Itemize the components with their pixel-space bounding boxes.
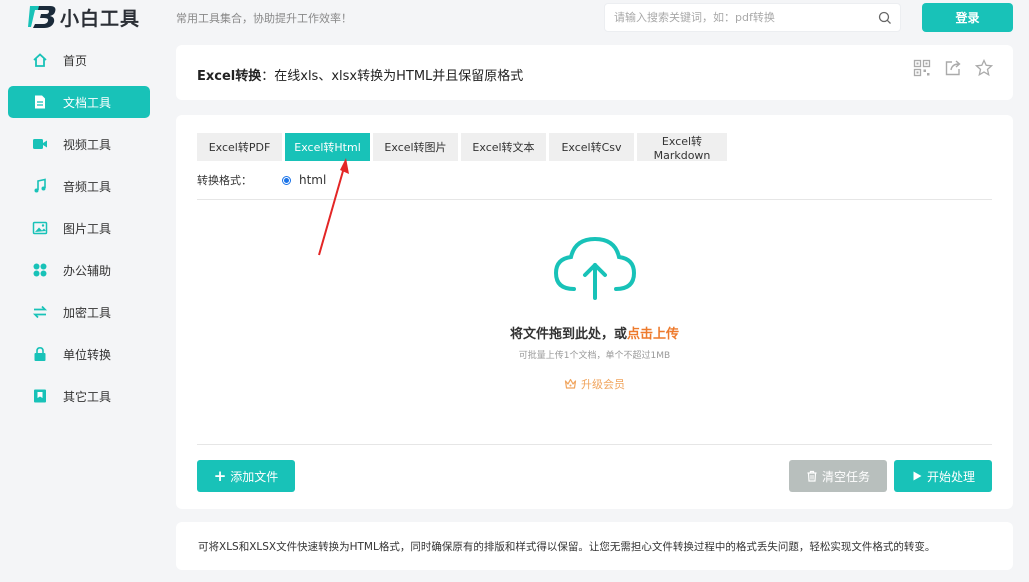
sidebar: 首页 文档工具 视频工具 音频工具 图片工具 办公辅助 加密工具 单位转换 其它… [8,44,150,422]
trash-icon [806,470,818,482]
video-icon [32,136,48,152]
format-label: 转换格式： [197,174,252,187]
format-row: 转换格式： html [197,172,326,188]
logo[interactable]: 小白工具 [28,3,140,31]
upload-hint: 可批量上传1个文档，单个不超过1MB [518,351,671,361]
tab-excel-to-pdf[interactable]: Excel转PDF [197,133,282,161]
clear-tasks-label: 清空任务 [821,469,870,484]
start-process-label: 开始处理 [926,469,975,484]
page-title-strong: Excel转换 [197,69,262,84]
description-card: 可将XLS和XLSX文件快速转换为HTML格式，同时确保原有的排版和样式得以保留… [176,522,1013,570]
page-title-rest: ：在线xls、xlsx转换为HTML并且保留原格式 [261,69,524,84]
music-icon [32,178,48,194]
sidebar-item-unit[interactable]: 单位转换 [8,338,150,370]
grid-icon [32,262,48,278]
sidebar-item-label: 视频工具 [63,137,112,152]
sidebar-item-image[interactable]: 图片工具 [8,212,150,244]
sidebar-item-label: 文档工具 [63,95,112,110]
drop-zone-text[interactable]: 将文件拖到此处，或点击上传 [176,323,1013,342]
sidebar-item-label: 首页 [63,53,88,68]
clear-tasks-button[interactable]: 清空任务 [789,460,887,492]
star-icon[interactable] [975,59,993,77]
sidebar-item-label: 图片工具 [63,221,112,236]
sidebar-item-label: 办公辅助 [63,263,112,278]
document-icon [32,94,48,110]
add-file-button[interactable]: + 添加文件 [197,460,295,492]
brand-name: 小白工具 [60,7,141,30]
cloud-upload-icon[interactable] [552,235,638,301]
click-upload-link[interactable]: 点击上传 [627,327,679,342]
converter-panel: Excel转PDF Excel转Html Excel转图片 Excel转文本 E… [176,115,1013,509]
sidebar-item-audio[interactable]: 音频工具 [8,170,150,202]
crown-icon [564,378,577,389]
plus-icon: + [213,467,227,485]
start-process-button[interactable]: 开始处理 [894,460,992,492]
upgrade-label: 升级会员 [581,378,625,391]
logo-mark-icon [28,6,56,28]
sidebar-item-document[interactable]: 文档工具 [8,86,150,118]
lock-icon [32,346,48,362]
title-actions [913,59,993,77]
sidebar-item-label: 音频工具 [63,179,112,194]
annotation-arrow-icon [318,158,349,256]
home-icon [32,52,48,68]
play-icon [911,470,923,482]
title-card: Excel转换：在线xls、xlsx转换为HTML并且保留原格式 [176,45,1013,100]
sidebar-item-home[interactable]: 首页 [8,44,150,76]
tab-excel-to-markdown[interactable]: Excel转Markdown [637,133,727,162]
tool-description: 可将XLS和XLSX文件快速转换为HTML格式，同时确保原有的排版和样式得以保留… [198,541,936,553]
login-button[interactable]: 登录 [922,3,1013,32]
brand-slogan: 常用工具集合，协助提升工作效率！ [176,12,352,25]
drop-prefix: 将文件拖到此处，或 [509,327,627,342]
sidebar-item-label: 单位转换 [63,347,112,362]
format-radio-html[interactable] [282,175,291,185]
swap-icon [32,304,48,320]
add-file-label: 添加文件 [230,469,279,484]
top-header: 小白工具 常用工具集合，协助提升工作效率！ 登录 [0,0,1029,34]
sidebar-item-label: 加密工具 [63,305,112,320]
sidebar-item-label: 其它工具 [63,389,112,404]
sidebar-item-video[interactable]: 视频工具 [8,128,150,160]
search-box [604,3,901,32]
sidebar-item-encrypt[interactable]: 加密工具 [8,296,150,328]
page-title: Excel转换：在线xls、xlsx转换为HTML并且保留原格式 [197,65,523,84]
bookmark-icon [32,388,48,404]
search-icon[interactable] [878,11,892,25]
share-icon[interactable] [944,59,962,77]
search-input[interactable] [605,4,865,31]
upgrade-member-link[interactable]: 升级会员 [564,376,625,392]
image-icon [32,220,48,236]
tab-excel-to-image[interactable]: Excel转图片 [373,133,458,161]
divider-bottom [197,444,992,445]
qrcode-icon[interactable] [913,59,931,77]
tab-excel-to-csv[interactable]: Excel转Csv [549,133,634,161]
tab-excel-to-text[interactable]: Excel转文本 [461,133,546,161]
sidebar-item-office[interactable]: 办公辅助 [8,254,150,286]
sidebar-item-other[interactable]: 其它工具 [8,380,150,412]
conversion-tabs: Excel转PDF Excel转Html Excel转图片 Excel转文本 E… [197,133,727,162]
